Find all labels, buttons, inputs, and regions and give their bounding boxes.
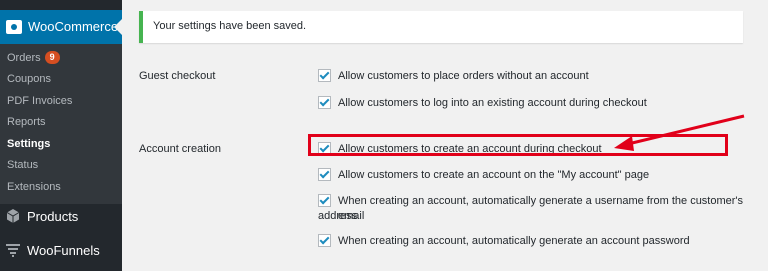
submenu-item-label: PDF Invoices [7,95,73,107]
submenu-item-label: Settings [7,138,51,150]
guest-checkout-label: Guest checkout [139,70,216,82]
sidebar-item-products[interactable]: Products [0,204,122,230]
submenu-item-label: Reports [7,116,46,128]
annotation-arrow-icon [614,114,745,151]
woocommerce-icon [6,20,22,34]
sidebar-item-label: Products [27,209,79,224]
sidebar-item-label: WooCommerce [28,19,119,34]
current-menu-pointer [114,19,122,35]
woocommerce-submenu: Orders 9 Coupons PDF Invoices Reports Set… [0,44,122,204]
submenu-item-pdf-invoices[interactable]: PDF Invoices [7,95,72,107]
account-creation-option-2-checkbox[interactable] [318,168,331,181]
guest-checkout-option-1-checkbox[interactable] [318,69,331,82]
guest-checkout-option-2-label: Allow customers to log into an existing … [338,97,647,109]
orders-count-badge: 9 [44,51,60,64]
submenu-item-orders[interactable]: Orders 9 [7,51,60,64]
settings-content: Your settings have been saved. Guest che… [122,0,768,271]
settings-saved-notice: Your settings have been saved. [139,11,743,43]
sidebar-item-woofunnels[interactable]: WooFunnels [0,238,122,264]
sidebar-item-label: WooFunnels [27,243,100,258]
sidebar-item-woocommerce[interactable]: WooCommerce [0,10,122,44]
products-box-icon [6,209,20,223]
notice-text: Your settings have been saved. [153,20,307,32]
submenu-item-extensions[interactable]: Extensions [7,181,61,193]
account-creation-option-3-checkbox[interactable] [318,194,331,207]
account-creation-option-4-checkbox[interactable] [318,234,331,247]
account-creation-option-2-label: Allow customers to create an account on … [338,169,650,181]
guest-checkout-option-1-label: Allow customers to place orders without … [338,70,589,82]
guest-checkout-option-2-checkbox[interactable] [318,96,331,109]
submenu-item-reports[interactable]: Reports [7,116,46,128]
funnel-icon [6,243,20,257]
account-creation-option-3-label: When creating an account, automatically … [338,195,744,222]
submenu-item-label: Status [7,159,39,171]
submenu-item-settings[interactable]: Settings [7,138,50,150]
submenu-item-label: Coupons [7,73,52,85]
submenu-item-coupons[interactable]: Coupons [7,73,51,85]
admin-sidebar: WooCommerce Orders 9 Coupons PDF Invoices… [0,0,122,271]
account-creation-option-4-label: When creating an account, automatically … [338,235,690,247]
account-creation-option-3-label-wrap: address [318,210,358,222]
submenu-item-label: Orders [7,52,41,64]
submenu-item-label: Extensions [7,181,61,193]
account-creation-label: Account creation [139,143,221,155]
submenu-item-status[interactable]: Status [7,159,38,171]
